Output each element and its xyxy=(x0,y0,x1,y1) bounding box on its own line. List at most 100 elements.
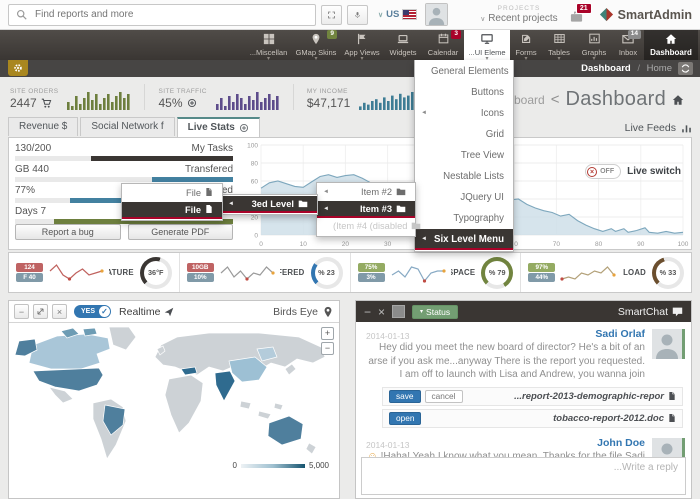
cancel-button[interactable]: cancel xyxy=(425,390,463,403)
refresh-button[interactable] xyxy=(678,62,693,75)
menu-item-tree-view[interactable]: Tree View xyxy=(415,145,513,166)
nav-item-graphs[interactable]: Graphs▾ xyxy=(576,30,612,60)
menu-item-icons[interactable]: ◄Icons xyxy=(415,103,513,124)
menu-item-typography[interactable]: Typography xyxy=(415,208,513,229)
sparkline-line-chart xyxy=(559,260,617,286)
search-input[interactable] xyxy=(33,8,308,21)
target-icon xyxy=(187,98,197,108)
x-circle-icon: × xyxy=(587,167,597,177)
brand-logo: SmartAdmin xyxy=(599,7,692,22)
world-map-svg xyxy=(9,323,339,479)
collapse-widget-button[interactable]: − xyxy=(14,304,29,319)
sparkline-line-chart xyxy=(218,260,276,286)
grid-icon xyxy=(245,33,292,46)
fullscreen-widget-button[interactable] xyxy=(33,304,48,319)
nav-item-inbox[interactable]: 14Inbox xyxy=(612,30,644,60)
us-flag-icon xyxy=(402,9,417,20)
chat-avatar xyxy=(652,329,685,359)
kpi-badge: 10GB xyxy=(187,263,214,272)
flag-icon xyxy=(340,33,384,46)
open-button[interactable]: open xyxy=(389,412,421,425)
chat-body: 2014-01-13Sadi OrlafHey did you meet the… xyxy=(356,322,691,498)
projects-dropdown[interactable]: PROJECTS ∨ Recent projects xyxy=(480,5,557,23)
nav-item-forms[interactable]: Forms▾ xyxy=(510,30,542,60)
menu-item-general-elements[interactable]: General Elements xyxy=(415,61,513,82)
kpi-row: 124F 40▼TEMPERATURE36°F10GB10%▲TRANSFERE… xyxy=(8,252,692,293)
kpi-temperature: 124F 40▼TEMPERATURE36°F xyxy=(9,253,180,292)
folder-icon xyxy=(411,221,421,230)
menu-item-item-3[interactable]: ◄Item #3 xyxy=(317,201,415,218)
tab-social-network-f[interactable]: Social Network f xyxy=(80,117,174,136)
home-icon xyxy=(672,94,684,106)
breadcrumb: Dashboard / Home xyxy=(581,60,672,77)
menu-item-buttons[interactable]: Buttons xyxy=(415,82,513,103)
chat-widget-header: − × ▾ Status SmartChat xyxy=(356,301,691,322)
layout-settings-button[interactable] xyxy=(8,60,28,76)
map-zoom-in-button[interactable]: + xyxy=(321,327,334,340)
nav-item-calendar[interactable]: 3Calendar xyxy=(422,30,464,60)
file-icon xyxy=(205,204,213,214)
svg-text:60: 60 xyxy=(251,178,259,185)
chat-bubble-icon xyxy=(672,306,683,317)
projects-icon[interactable]: 21 xyxy=(570,10,583,23)
kpi-badge: 75% xyxy=(358,263,385,272)
kpi-badge: 97% xyxy=(528,263,555,272)
file-submenu: FileFile xyxy=(121,183,223,221)
collapse-chat-button[interactable]: − xyxy=(364,306,371,318)
sparkline-bar-chart xyxy=(67,90,131,110)
file-icon xyxy=(668,391,676,401)
live-switch-toggle[interactable]: × OFF Live switch xyxy=(585,164,681,179)
menu-item-nestable-lists[interactable]: Nestable Lists xyxy=(415,166,513,187)
save-button[interactable]: save xyxy=(389,390,421,403)
search-icon xyxy=(16,9,27,20)
gauge-transfered: % 23 xyxy=(311,257,343,289)
chart-icon xyxy=(576,33,612,46)
attachment-file-name[interactable]: ...report-2013-demographic-repor xyxy=(514,391,676,402)
gauge-server-load: % 33 xyxy=(652,257,684,289)
close-chat-button[interactable]: × xyxy=(378,306,385,318)
nav-item-app-views[interactable]: App Views▾ xyxy=(340,30,384,60)
nav-item-ui-elements[interactable]: ...UI Eleme▾ xyxy=(464,30,510,60)
close-widget-button[interactable]: × xyxy=(52,304,67,319)
menu-item-file[interactable]: File xyxy=(122,185,222,202)
gauge-disk-space: % 79 xyxy=(481,257,513,289)
menu-item-jquery-ui[interactable]: JQuery UI xyxy=(415,187,513,208)
kpi-badge: F 40 xyxy=(16,273,43,282)
kpi-badge: 3% xyxy=(358,273,385,282)
svg-text:100: 100 xyxy=(678,241,689,248)
language-selector[interactable]: ∨ US xyxy=(378,9,417,20)
report-bug-button[interactable]: Report a bug xyxy=(15,224,121,240)
map-zoom-out-button[interactable]: − xyxy=(321,342,334,355)
chevron-down-icon: ∨ xyxy=(480,16,485,23)
nav-item-tables[interactable]: Tables▾ xyxy=(542,30,576,60)
quick-stats: SITE ORDERS2447SITE TRAFFIC45%MY INCOME$… xyxy=(10,82,437,112)
voice-command-button[interactable] xyxy=(347,5,368,25)
nav-item-gmap-skins[interactable]: 9GMap Skins▾ xyxy=(292,30,340,60)
status-dropdown-button[interactable]: ▾ Status xyxy=(412,305,458,319)
reply-input[interactable] xyxy=(362,458,685,494)
generate-pdf-button[interactable]: Generate PDF xyxy=(128,224,234,240)
menu-item-file[interactable]: File xyxy=(122,202,222,219)
svg-text:20: 20 xyxy=(342,241,350,248)
nav-item-widgets[interactable]: Widgets xyxy=(384,30,422,60)
menu-item-item-2[interactable]: ◄Item #2 xyxy=(317,184,415,201)
attachment-file-name[interactable]: tobacco-report-2012.doc xyxy=(553,413,676,424)
progress-row-my-tasks: 130/200My Tasks xyxy=(15,143,233,161)
kpi-badge: 124 xyxy=(16,263,43,272)
widget-color-button[interactable] xyxy=(392,305,405,318)
menu-item-six-level-menu[interactable]: ◄Six Level Menu xyxy=(415,229,513,250)
kpi-badge: 44% xyxy=(528,273,555,282)
realtime-toggle[interactable]: YES ✓ xyxy=(74,305,111,318)
nav-item-miscellaneous[interactable]: ...Miscellan▾ xyxy=(245,30,292,60)
world-map[interactable]: + − 0 5,000 DemographicOnlineUser Activi… xyxy=(9,323,339,479)
tab-revenue[interactable]: Revenue $ xyxy=(8,117,78,136)
fullscreen-button[interactable] xyxy=(321,5,342,25)
svg-text:90: 90 xyxy=(637,241,645,248)
cart-icon xyxy=(41,98,52,109)
sparkline-line-chart xyxy=(389,260,447,286)
nav-item-dashboard[interactable]: Dashboard xyxy=(644,30,698,60)
user-avatar[interactable] xyxy=(425,3,448,26)
menu-item-3ed-level[interactable]: ◄3ed Level xyxy=(222,196,317,213)
menu-item-grid[interactable]: Grid xyxy=(415,124,513,145)
tab-live-stats[interactable]: Live Stats xyxy=(177,117,260,137)
